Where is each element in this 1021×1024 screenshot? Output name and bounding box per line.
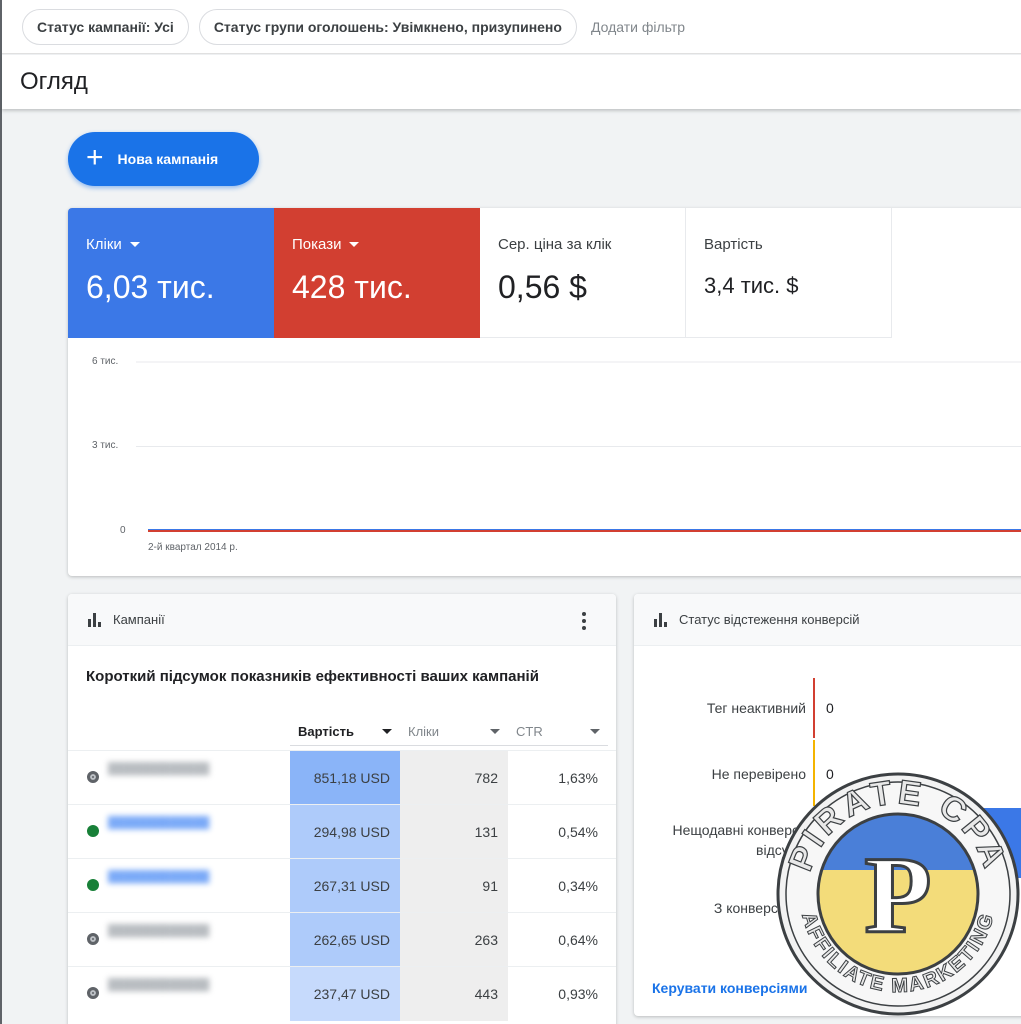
cost-cell: 267,31 USD: [290, 859, 400, 913]
y-tick-label: 6 тис.: [92, 356, 119, 367]
campaign-status-dot-icon: [87, 771, 99, 783]
ad-group-status-filter-chip[interactable]: Статус групи оголошень: Увімкнено, призу…: [198, 8, 577, 45]
sort-caret-icon: [382, 729, 392, 734]
y-tick-label: 3 тис.: [92, 440, 119, 451]
metric-clicks-tile[interactable]: Кліки 6,03 тис.: [68, 208, 274, 338]
clicks-cell: 131: [400, 805, 508, 859]
metric-avg-cpc-tile[interactable]: Сер. ціна за клік 0,56 $: [480, 208, 686, 338]
clicks-cell: 782: [400, 751, 508, 805]
window-edge: [0, 0, 2, 1024]
campaign-status-dot-icon: [87, 825, 99, 837]
cost-cell: 262,65 USD: [290, 913, 400, 967]
clicks-cell: 91: [400, 859, 508, 913]
performance-chart: 6 тис. 3 тис. 0 2-й квартал 2014 р.: [68, 338, 1021, 576]
sort-caret-icon: [590, 729, 600, 734]
sort-caret-icon: [490, 729, 500, 734]
column-header-label: Вартість: [298, 724, 354, 739]
table-row[interactable]: █████████████ 262,65 USD 263 0,64%: [68, 912, 616, 967]
cost-cell: 294,98 USD: [290, 805, 400, 859]
campaign-status-dot-icon: [87, 987, 99, 999]
bar-chart-icon: [654, 612, 667, 627]
dropdown-caret-icon: [349, 242, 360, 247]
campaigns-card-header: Кампанії: [68, 594, 616, 646]
conversion-status-value: 0: [826, 700, 834, 716]
new-campaign-button[interactable]: + Нова кампанія: [68, 132, 259, 186]
table-row[interactable]: █████████████ 294,98 USD 131 0,54%: [68, 804, 616, 859]
svg-text:P: P: [864, 834, 931, 956]
column-header-clicks[interactable]: Кліки: [400, 718, 508, 746]
column-header-cost[interactable]: Вартість: [290, 718, 400, 746]
conversion-status-label: Тег неактивний: [706, 700, 806, 716]
clicks-cell: 263: [400, 913, 508, 967]
table-row[interactable]: █████████████ 237,47 USD 443 0,93%: [68, 966, 616, 1021]
x-tick-label: 2-й квартал 2014 р.: [148, 542, 238, 553]
campaign-status-filter-chip[interactable]: Статус кампанії: Усі: [22, 8, 189, 45]
campaign-name-redacted[interactable]: █████████████: [108, 761, 268, 777]
metric-cost-value: 3,4 тис. $: [704, 273, 799, 298]
dropdown-caret-icon: [129, 242, 140, 247]
plus-icon: +: [86, 140, 104, 174]
ctr-cell: 0,93%: [558, 986, 598, 1002]
campaign-name-redacted[interactable]: █████████████: [108, 977, 268, 993]
chart-canvas: [136, 361, 1021, 532]
metric-impressions-value: 428 тис.: [292, 269, 412, 305]
metric-avg-cpc-label: Сер. ціна за клік: [498, 236, 612, 253]
metric-impressions-label: Покази: [292, 236, 342, 253]
metric-clicks-label: Кліки: [86, 236, 122, 253]
conversion-card-title: Статус відстеження конверсій: [679, 612, 860, 627]
conversion-card-header: Статус відстеження конверсій: [634, 594, 1021, 646]
metric-cost-label: Вартість: [704, 236, 763, 253]
ctr-cell: 0,64%: [558, 932, 598, 948]
column-header-label: Кліки: [408, 724, 439, 739]
more-options-icon[interactable]: [582, 612, 586, 630]
ctr-cell: 1,63%: [558, 770, 598, 786]
campaign-name-redacted[interactable]: █████████████: [108, 815, 268, 831]
page-header: Огляд: [2, 55, 1021, 109]
metric-cost-tile[interactable]: Вартість 3,4 тис. $: [686, 208, 892, 338]
bar-chart-icon: [88, 612, 101, 627]
table-row[interactable]: █████████████ 851,18 USD 782 1,63%: [68, 750, 616, 805]
campaigns-card: Кампанії Короткий підсумок показників еф…: [68, 594, 616, 1024]
ctr-cell: 0,54%: [558, 824, 598, 840]
new-campaign-label: Нова кампанія: [117, 151, 219, 167]
column-header-label: CTR: [516, 724, 543, 739]
cost-cell: 851,18 USD: [290, 751, 400, 805]
y-tick-label: 0: [120, 525, 126, 536]
campaigns-card-title: Кампанії: [113, 612, 165, 627]
campaign-name-redacted[interactable]: █████████████: [108, 923, 268, 939]
metric-tiles: Кліки 6,03 тис. Покази 428 тис. Сер. цін…: [68, 208, 892, 338]
campaign-name-redacted[interactable]: █████████████: [108, 869, 268, 885]
page-title: Огляд: [20, 68, 88, 95]
campaign-status-dot-icon: [87, 933, 99, 945]
performance-overview-card: Кліки 6,03 тис. Покази 428 тис. Сер. цін…: [68, 208, 1021, 576]
add-filter-link[interactable]: Додати фільтр: [591, 19, 685, 35]
table-row[interactable]: █████████████ 267,31 USD 91 0,34%: [68, 858, 616, 913]
metric-clicks-value: 6,03 тис.: [86, 269, 215, 305]
campaigns-card-subtitle: Короткий підсумок показників ефективност…: [86, 668, 539, 685]
column-header-ctr[interactable]: CTR: [508, 718, 608, 746]
cost-cell: 237,47 USD: [290, 967, 400, 1021]
conversion-status-row: Тег неактивний 0: [634, 672, 1021, 738]
metric-impressions-tile[interactable]: Покази 428 тис.: [274, 208, 480, 338]
ctr-cell: 0,34%: [558, 878, 598, 894]
clicks-cell: 443: [400, 967, 508, 1021]
conversion-status-bar: [813, 678, 815, 738]
filter-bar: Статус кампанії: Усі Статус групи оголош…: [2, 0, 1021, 54]
pirate-cpa-watermark-logo: PIRATE CPA AFFILIATE MARKETING P: [776, 772, 1020, 1016]
metric-avg-cpc-value: 0,56 $: [498, 269, 587, 305]
campaign-status-dot-icon: [87, 879, 99, 891]
